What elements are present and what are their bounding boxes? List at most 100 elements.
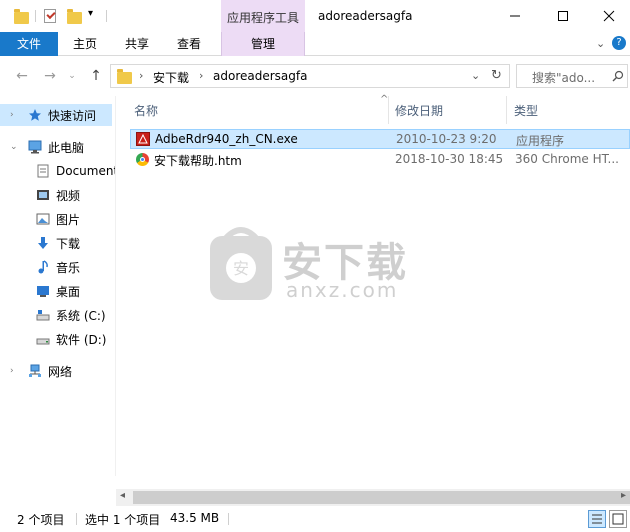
address-bar[interactable]: › 安下载 › adoreadersagfa ⌄ ↻	[110, 64, 510, 88]
drive-d-icon	[36, 332, 50, 346]
file-row[interactable]: AdbeRdr940_zh_CN.exe 2010-10-23 9:20 应用程…	[130, 129, 630, 149]
recent-locations-button[interactable]: ⌄	[62, 66, 82, 86]
nav-label: 系统 (C:)	[56, 308, 106, 323]
maximize-icon	[558, 11, 568, 21]
refresh-icon[interactable]: ↻	[491, 68, 502, 83]
tab-file[interactable]: 文件	[0, 32, 58, 56]
nav-desktop[interactable]: 桌面	[0, 280, 112, 302]
column-divider[interactable]	[388, 96, 389, 124]
file-date: 2010-10-23 9:20	[396, 132, 497, 146]
title-bar: ▾ 应用程序工具 adoreadersagfa	[0, 0, 630, 32]
scroll-right-icon[interactable]: ▸	[621, 490, 626, 501]
scroll-left-icon[interactable]: ◂	[120, 490, 125, 501]
nav-label: 快速访问	[48, 108, 97, 123]
customize-toolbar-icon[interactable]: ▾	[88, 8, 93, 19]
nav-label: 下载	[56, 236, 81, 251]
file-type: 360 Chrome HT...	[515, 152, 619, 166]
desktop-icon	[36, 284, 50, 298]
expand-icon[interactable]: ›	[10, 110, 14, 120]
tab-home[interactable]: 主页	[62, 32, 108, 56]
column-header-type[interactable]: 类型	[514, 102, 538, 119]
properties-icon[interactable]	[44, 9, 56, 23]
shield-logo-icon: 安	[210, 227, 272, 300]
nav-label: 桌面	[56, 284, 81, 299]
network-icon	[28, 364, 42, 378]
quick-access-divider	[106, 10, 107, 22]
search-input[interactable]: 搜索"ado...	[532, 69, 595, 86]
nav-documents[interactable]: Documents	[0, 160, 115, 182]
folder-icon	[117, 69, 132, 84]
nav-downloads[interactable]: 下载	[0, 232, 112, 254]
nav-music[interactable]: 音乐	[0, 256, 112, 278]
search-box[interactable]: 搜索"ado...	[516, 64, 628, 88]
tab-view[interactable]: 查看	[166, 32, 212, 56]
details-view-icon	[592, 514, 602, 524]
breadcrumb-item[interactable]: 安下载	[153, 69, 189, 86]
back-button[interactable]: ←	[12, 66, 32, 86]
status-divider	[76, 513, 77, 525]
expand-ribbon-icon[interactable]: ⌄	[596, 37, 605, 50]
chevron-down-icon: ⌄	[68, 71, 76, 81]
horizontal-scrollbar[interactable]: ◂ ▸	[116, 489, 630, 506]
status-bar: 2 个项目 选中 1 个项目 43.5 MB	[0, 506, 630, 532]
column-header-date[interactable]: 修改日期	[395, 102, 443, 119]
help-icon[interactable]: ?	[612, 36, 626, 50]
nav-videos[interactable]: 视频	[0, 184, 112, 206]
column-header-name[interactable]: 名称	[134, 102, 158, 119]
file-row[interactable]: 安下载帮助.htm 2018-10-30 18:45 360 Chrome HT…	[130, 150, 630, 170]
music-icon	[36, 260, 50, 274]
tab-share[interactable]: 共享	[114, 32, 160, 56]
up-button[interactable]: ↑	[86, 66, 106, 86]
expand-icon[interactable]: ›	[10, 366, 14, 376]
scrollbar-thumb[interactable]	[133, 491, 630, 504]
minimize-icon	[510, 15, 520, 17]
drive-c-icon	[36, 308, 50, 322]
maximize-button[interactable]	[540, 0, 586, 32]
nav-label: 网络	[48, 364, 73, 379]
breadcrumb-separator-icon: ›	[139, 69, 144, 82]
breadcrumb-item[interactable]: adoreadersagfa	[213, 69, 307, 83]
quick-access-divider	[35, 10, 36, 22]
download-icon	[36, 236, 50, 250]
nav-pictures[interactable]: 图片	[0, 208, 112, 230]
computer-icon	[28, 140, 42, 154]
contextual-tab-group-label: 应用程序工具	[227, 11, 300, 25]
close-button[interactable]	[586, 0, 630, 32]
nav-label: Documents	[56, 164, 115, 178]
watermark: 安 安下载 anxz.com	[206, 222, 426, 308]
navigation-pane: 快速访问 › 此电脑 ⌄ Documents 视频 图片 下载	[0, 96, 116, 476]
file-type: 应用程序	[516, 134, 565, 148]
file-name: 安下载帮助.htm	[154, 154, 242, 168]
large-icons-view-button[interactable]	[609, 510, 627, 528]
nav-drive-d[interactable]: 软件 (D:)	[0, 328, 112, 350]
collapse-icon[interactable]: ⌄	[10, 142, 18, 152]
navigation-bar: ← → ⌄ ↑ › 安下载 › adoreadersagfa ⌄ ↻ 搜索"ad…	[0, 60, 630, 92]
folder-icon	[14, 9, 29, 24]
documents-icon	[36, 164, 50, 178]
nav-label: 音乐	[56, 260, 81, 275]
tab-manage[interactable]: 管理	[221, 32, 305, 56]
nav-network[interactable]: 网络	[0, 360, 112, 382]
up-arrow-icon: ↑	[90, 68, 102, 84]
nav-label: 软件 (D:)	[56, 332, 107, 347]
address-dropdown-icon[interactable]: ⌄	[471, 69, 480, 82]
search-icon	[612, 70, 624, 82]
nav-label: 图片	[56, 212, 81, 227]
minimize-button[interactable]	[492, 0, 538, 32]
details-view-button[interactable]	[588, 510, 606, 528]
window-title: adoreadersagfa	[318, 9, 413, 23]
file-name: AdbeRdr940_zh_CN.exe	[155, 132, 298, 146]
column-divider[interactable]	[506, 96, 507, 124]
forward-button[interactable]: →	[40, 66, 60, 86]
pictures-icon	[36, 212, 50, 226]
star-icon	[28, 108, 42, 122]
new-folder-icon[interactable]	[67, 9, 82, 24]
video-icon	[36, 188, 50, 202]
nav-drive-c[interactable]: 系统 (C:)	[0, 304, 112, 326]
ribbon-tabs: 文件 主页 共享 查看 管理 ⌄ ?	[0, 32, 630, 56]
adobe-reader-icon	[136, 132, 150, 146]
status-divider	[228, 513, 229, 525]
forward-arrow-icon: →	[44, 68, 56, 84]
nav-quick-access[interactable]: 快速访问	[0, 104, 112, 126]
nav-label: 视频	[56, 188, 81, 203]
